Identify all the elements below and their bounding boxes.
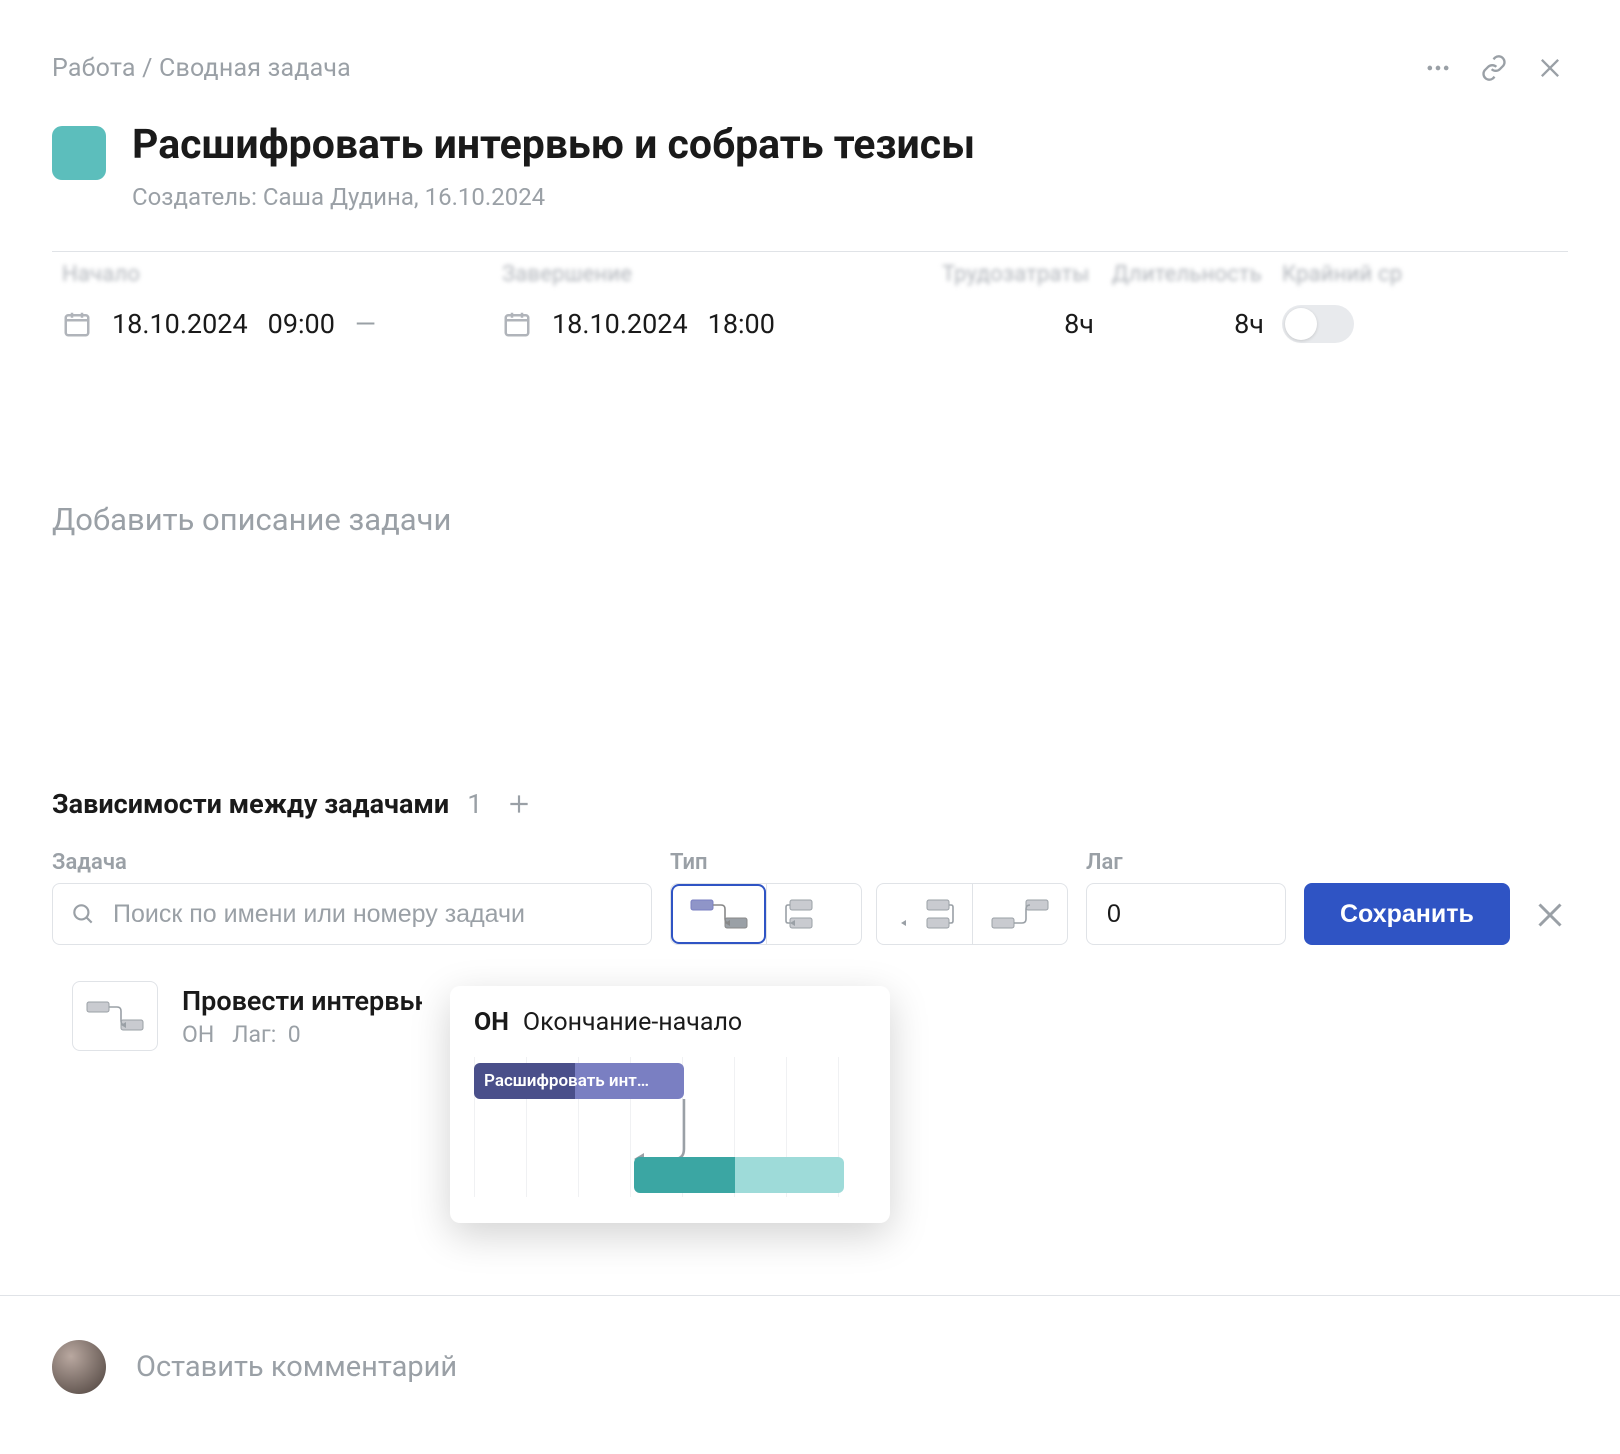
save-button[interactable]: Сохранить	[1304, 883, 1510, 945]
task-status-color-chip[interactable]	[52, 126, 106, 180]
dep-type-tooltip: ОН Окончание-начало Расшифровать инт…	[450, 986, 890, 1223]
dep-type-abbr: ОН	[474, 1008, 509, 1037]
link-icon[interactable]	[1476, 50, 1512, 86]
field-label-task: Задача	[52, 850, 652, 875]
field-label-lag: Лаг	[1086, 850, 1286, 875]
breadcrumb[interactable]: Работа / Сводная задача	[52, 54, 351, 83]
deadline-toggle[interactable]	[1282, 305, 1402, 343]
dependencies-title: Зависимости между задачами	[52, 788, 449, 820]
close-icon[interactable]	[1532, 50, 1568, 86]
dependencies-count: 1	[467, 788, 482, 820]
more-icon[interactable]	[1420, 50, 1456, 86]
end-time: 18:00	[708, 308, 775, 340]
description-placeholder[interactable]: Добавить описание задачи	[52, 501, 1568, 538]
date-dash: —	[355, 308, 386, 340]
start-date-cell[interactable]: 18.10.2024 09:00 —	[62, 308, 502, 340]
dependency-search-input[interactable]	[52, 883, 652, 945]
dependency-item-title: Провести интервью с к	[182, 985, 422, 1017]
dep-type-full-name: Окончание-начало	[523, 1008, 742, 1037]
breadcrumb-sep: /	[136, 54, 159, 83]
dep-type-finish-finish[interactable]	[877, 884, 972, 944]
cancel-dependency-icon[interactable]	[1532, 897, 1568, 933]
dep-type-finish-start[interactable]	[671, 884, 766, 944]
dependency-item-type-icon	[72, 981, 158, 1051]
calendar-icon	[502, 309, 532, 339]
dep-type-start-finish[interactable]	[972, 884, 1067, 944]
search-icon	[70, 901, 96, 927]
dependency-item-type-abbr: ОН	[182, 1021, 214, 1048]
duration-value[interactable]: 8ч	[1112, 308, 1282, 340]
end-date: 18.10.2024	[552, 308, 688, 340]
col-label-start: Начало	[62, 262, 502, 287]
breadcrumb-current[interactable]: Сводная задача	[159, 54, 351, 83]
col-label-deadline: Крайний срок	[1282, 262, 1402, 287]
calendar-icon	[62, 309, 92, 339]
lag-input[interactable]	[1086, 883, 1286, 945]
dependency-item-lag-label: Лаг:	[232, 1021, 276, 1048]
task-title[interactable]: Расшифровать интервью и собрать тезисы	[132, 122, 975, 169]
gantt-bar-successor	[634, 1157, 844, 1193]
gantt-bar-predecessor: Расшифровать инт…	[474, 1063, 684, 1099]
col-label-duration: Длительность	[1112, 262, 1282, 287]
task-creator-line: Создатель: Саша Дудина, 16.10.2024	[132, 183, 975, 211]
dependency-type-group	[670, 883, 1068, 945]
dependency-item-lag-value: 0	[288, 1021, 301, 1048]
dep-type-start-start[interactable]	[766, 884, 861, 944]
col-label-end: Завершение	[502, 262, 942, 287]
field-label-type: Тип	[670, 850, 1068, 875]
dep-type-gantt-preview: Расшифровать инт…	[474, 1057, 866, 1197]
effort-value[interactable]: 8ч	[942, 308, 1112, 340]
end-date-cell[interactable]: 18.10.2024 18:00	[502, 308, 942, 340]
add-dependency-button[interactable]	[506, 791, 532, 817]
col-label-effort: Трудозатраты	[942, 262, 1112, 287]
breadcrumb-root[interactable]: Работа	[52, 54, 136, 83]
start-date: 18.10.2024	[112, 308, 248, 340]
avatar[interactable]	[52, 1340, 106, 1394]
comment-input-placeholder[interactable]: Оставить комментарий	[136, 1350, 457, 1384]
start-time: 09:00	[268, 308, 335, 340]
